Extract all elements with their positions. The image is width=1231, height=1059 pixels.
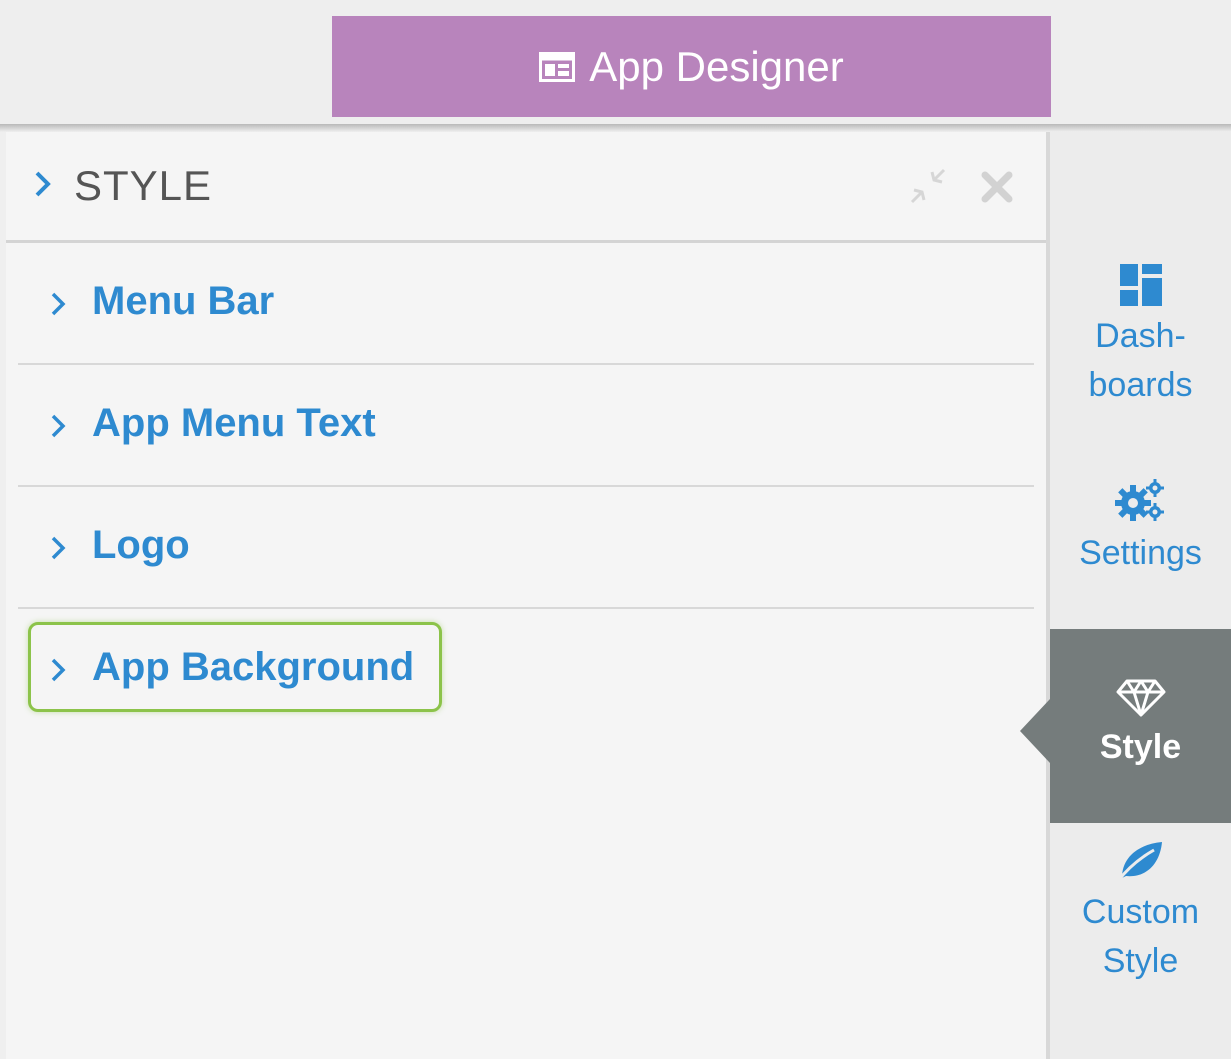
- sidebar-item-settings[interactable]: Settings: [1050, 477, 1231, 578]
- dashboard-layout-icon: [539, 51, 576, 82]
- dashboards-icon: [1119, 264, 1162, 306]
- style-panel: STYLE Menu Bar App Menu Text Logo App Ba…: [6, 132, 1046, 1059]
- section-app-menu-text[interactable]: App Menu Text: [18, 365, 1034, 487]
- leaf-icon: [1116, 842, 1162, 882]
- highlight-box: [28, 622, 442, 712]
- gears-icon: [1114, 479, 1164, 521]
- chevron-right-icon: [51, 536, 66, 560]
- right-sidebar: Dash- boards Settings Style Custom Style: [1020, 132, 1231, 1059]
- sidebar-item-dashboards[interactable]: Dash- boards: [1050, 264, 1231, 411]
- chevron-right-icon: [51, 414, 66, 438]
- top-bar: App Designer: [0, 0, 1231, 127]
- compress-icon[interactable]: [908, 166, 948, 206]
- sidebar-item-label: Settings: [1079, 534, 1202, 572]
- panel-title: STYLE: [74, 162, 213, 209]
- section-label: App Menu Text: [92, 401, 376, 445]
- sidebar-item-custom-style[interactable]: Custom Style: [1050, 838, 1231, 987]
- sidebar-item-label: Style: [1099, 728, 1182, 767]
- chevron-right-icon: [35, 171, 51, 197]
- chevron-right-icon: [51, 292, 66, 316]
- app-designer-tab[interactable]: App Designer: [332, 16, 1051, 117]
- app-title: App Designer: [589, 42, 844, 90]
- close-icon[interactable]: [980, 170, 1014, 204]
- section-menu-bar[interactable]: Menu Bar: [18, 243, 1034, 365]
- section-logo[interactable]: Logo: [18, 487, 1034, 609]
- top-bar-shadow: [0, 124, 1231, 132]
- active-indicator: [1020, 699, 1050, 763]
- section-label: Menu Bar: [92, 279, 275, 323]
- sidebar-item-label: Dash- boards: [1088, 317, 1193, 405]
- panel-header[interactable]: STYLE: [6, 132, 1046, 243]
- sidebar-item-style[interactable]: Style: [1020, 629, 1231, 823]
- section-label: Logo: [92, 523, 190, 567]
- sidebar-item-label: Custom Style: [1081, 893, 1200, 981]
- diamond-icon: [1116, 679, 1165, 717]
